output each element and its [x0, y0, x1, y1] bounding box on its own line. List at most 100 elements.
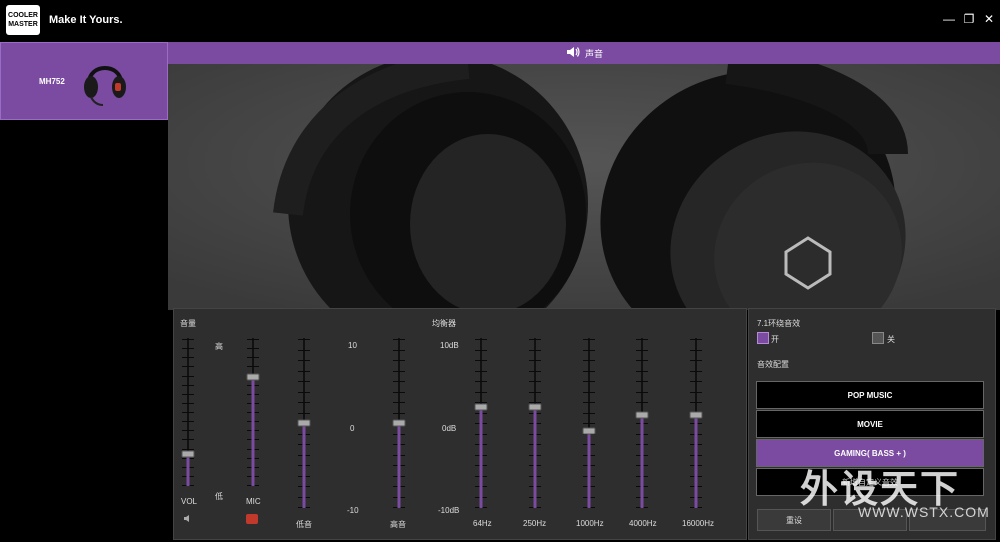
- slider-tick: [182, 385, 194, 386]
- volume-slider[interactable]: [178, 338, 198, 486]
- slider-tick: [690, 339, 702, 340]
- slider-knob: [246, 373, 260, 381]
- restore-icon[interactable]: ❐: [962, 12, 976, 26]
- slider-tick: [690, 360, 702, 361]
- slider-fill: [640, 415, 644, 508]
- minimize-icon[interactable]: —: [942, 12, 956, 26]
- preset-pop-music[interactable]: POP MUSIC: [756, 381, 984, 409]
- slider-tick: [583, 339, 595, 340]
- slider-tick: [583, 381, 595, 382]
- speaker-icon: [567, 47, 580, 57]
- surround-off-checkbox[interactable]: [872, 332, 884, 344]
- slider-tick: [636, 339, 648, 340]
- slider-tick: [475, 371, 487, 372]
- slider-tick: [182, 412, 194, 413]
- slider-tick: [690, 392, 702, 393]
- slider-knob: [474, 403, 488, 411]
- title-bar: COOLER MASTER Make It Yours. — ❐ ✕: [0, 0, 1000, 42]
- eq-band-slider-4000hz[interactable]: [632, 338, 652, 508]
- slider-tick: [182, 357, 194, 358]
- bass-label: 低音: [296, 520, 312, 529]
- bass-scale-mid: 0: [350, 424, 355, 433]
- db-scale-top: 10dB: [440, 341, 459, 350]
- slider-tick: [182, 348, 194, 349]
- slider-tick: [247, 339, 259, 340]
- slider-tick: [529, 392, 541, 393]
- db-scale-mid: 0dB: [442, 424, 457, 433]
- eq-band-slider-250hz[interactable]: [525, 338, 545, 508]
- presets-title: 音效配置: [757, 360, 789, 369]
- slider-tick: [690, 381, 702, 382]
- db-scale-bottom: -10dB: [438, 506, 460, 515]
- slider-tick: [529, 402, 541, 403]
- bass-scale-top: 10: [348, 341, 357, 350]
- slider-tick: [393, 392, 405, 393]
- eq-band-slider-16000hz[interactable]: [686, 338, 706, 508]
- preset-movie[interactable]: MOVIE: [756, 410, 984, 438]
- mic-mute-icon[interactable]: [246, 514, 258, 524]
- app-slogan: Make It Yours.: [49, 14, 123, 26]
- slider-tick: [182, 366, 194, 367]
- band-label-1000hz: 1000Hz: [576, 519, 604, 528]
- slider-tick: [182, 376, 194, 377]
- slider-tick: [636, 392, 648, 393]
- slider-tick: [690, 350, 702, 351]
- volume-speaker-icon[interactable]: [183, 514, 193, 523]
- slider-tick: [636, 402, 648, 403]
- eq-band-slider-1000hz[interactable]: [579, 338, 599, 508]
- slider-fill: [302, 423, 306, 508]
- close-icon[interactable]: ✕: [982, 12, 996, 26]
- slider-tick: [529, 360, 541, 361]
- slider-tick: [636, 381, 648, 382]
- mic-label: MIC: [246, 497, 261, 506]
- slider-tick: [529, 350, 541, 351]
- headset-hero-image: [168, 64, 1000, 310]
- slider-tick: [690, 371, 702, 372]
- slider-tick: [475, 381, 487, 382]
- slider-knob: [297, 419, 311, 427]
- slider-tick: [690, 402, 702, 403]
- slider-tick: [583, 360, 595, 361]
- slider-tick: [475, 392, 487, 393]
- logo-text: COOLER MASTER: [8, 12, 38, 28]
- volume-low-label: 低: [215, 492, 223, 501]
- surround-on-checkbox[interactable]: [757, 332, 769, 344]
- slider-tick: [475, 402, 487, 403]
- slider-tick: [182, 439, 194, 440]
- slider-tick: [182, 339, 194, 340]
- device-card-mh752[interactable]: MH752: [0, 42, 168, 120]
- band-label-4000hz: 4000Hz: [629, 519, 657, 528]
- slider-tick: [298, 350, 310, 351]
- slider-tick: [182, 394, 194, 395]
- bass-slider[interactable]: [294, 338, 314, 508]
- slider-knob: [635, 411, 649, 419]
- eq-band-slider-64hz[interactable]: [471, 338, 491, 508]
- slider-tick: [298, 360, 310, 361]
- slider-tick: [636, 360, 648, 361]
- slider-tick: [529, 381, 541, 382]
- slider-fill: [694, 415, 698, 508]
- slider-tick: [583, 350, 595, 351]
- equalizer-title: 均衡器: [432, 319, 456, 328]
- slider-tick: [298, 413, 310, 414]
- slider-knob: [582, 427, 596, 435]
- cooler-master-logo: COOLER MASTER: [6, 5, 40, 35]
- treble-label: 高音: [390, 520, 406, 529]
- slider-fill: [533, 407, 537, 508]
- mic-slider[interactable]: [243, 338, 263, 486]
- slider-tick: [475, 350, 487, 351]
- vol-label: VOL: [181, 497, 198, 506]
- section-title: 声音: [585, 49, 604, 59]
- slider-tick: [393, 381, 405, 382]
- slider-fill: [186, 454, 190, 486]
- slider-tick: [393, 413, 405, 414]
- device-name: MH752: [39, 77, 65, 86]
- slider-tick: [247, 366, 259, 367]
- volume-high-label: 高: [215, 342, 223, 351]
- slider-tick: [393, 402, 405, 403]
- slider-tick: [298, 392, 310, 393]
- slider-tick: [298, 381, 310, 382]
- slider-knob: [528, 403, 542, 411]
- slider-tick: [298, 339, 310, 340]
- treble-slider[interactable]: [389, 338, 409, 508]
